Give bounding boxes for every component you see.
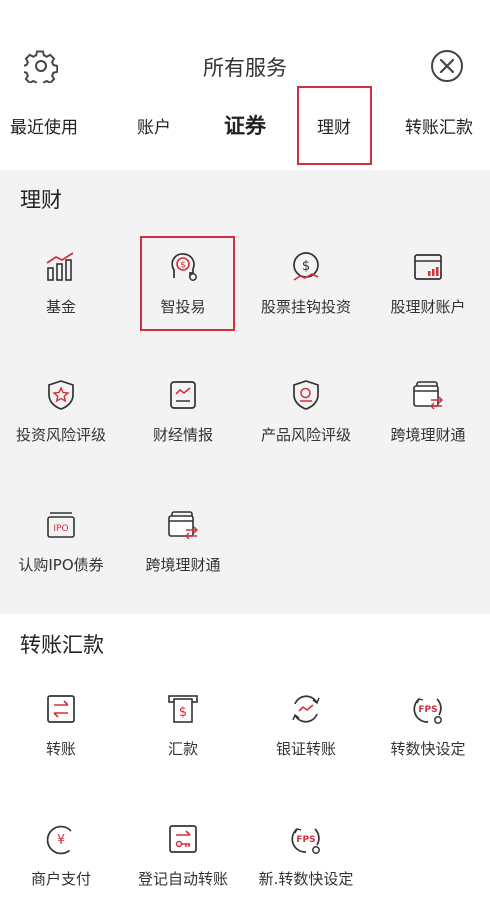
shield-star-icon xyxy=(48,380,74,410)
service-equity-linked[interactable]: $ 股票挂钩投资 xyxy=(245,250,367,317)
close-icon[interactable] xyxy=(430,49,464,83)
dollar-trend-icon: $ xyxy=(293,252,319,281)
ipo-icon: IPO xyxy=(47,512,75,538)
svg-text:FPS: FPS xyxy=(418,705,437,715)
service-auto-transfer[interactable]: 登记自动转账 xyxy=(122,822,244,889)
service-transfer[interactable]: 转账 xyxy=(0,692,122,759)
section-title-wealth: 理财 xyxy=(20,188,62,212)
service-ipo-bond[interactable]: IPO 认购IPO债券 xyxy=(0,508,122,575)
merchant-pay-icon: ¥ xyxy=(46,825,72,855)
service-investment-risk[interactable]: 投资风险评级 xyxy=(0,378,122,445)
fps-settings-icon: FPS xyxy=(413,698,442,724)
chart-bars-icon xyxy=(46,252,74,281)
service-financial-news[interactable]: 财经情报 xyxy=(122,378,244,445)
remittance-icon: $ xyxy=(168,695,198,723)
service-fund[interactable]: 基金 xyxy=(0,250,122,317)
account-chart-icon xyxy=(414,254,442,280)
header: 所有服务 最近使用 账户 证券 理财 转账汇款 xyxy=(0,0,490,170)
shield-search-icon xyxy=(293,380,319,410)
service-product-risk[interactable]: 产品风险评级 xyxy=(245,378,367,445)
service-bank-securities[interactable]: 银证转账 xyxy=(245,692,367,759)
svg-text:$: $ xyxy=(179,705,187,720)
transfer-icon xyxy=(47,695,75,723)
news-chart-icon xyxy=(170,381,196,409)
svg-text:¥: ¥ xyxy=(57,833,65,848)
highlight-box xyxy=(140,236,235,331)
cross-border-icon xyxy=(168,511,198,540)
svg-text:FPS: FPS xyxy=(296,835,315,845)
tab-securities[interactable]: 证券 xyxy=(224,110,266,140)
service-fps-settings[interactable]: FPS 转数快设定 xyxy=(367,692,489,759)
cross-border-icon xyxy=(413,381,443,410)
service-cross-border-wmc-2[interactable]: 跨境理财通 xyxy=(122,508,244,575)
service-merchant-pay[interactable]: ¥ 商户支付 xyxy=(0,822,122,889)
bank-securities-icon xyxy=(292,695,320,723)
service-fps-new[interactable]: FPS 新.转数快设定 xyxy=(245,822,367,889)
service-cross-border-wmc[interactable]: 跨境理财通 xyxy=(367,378,489,445)
section-title-transfer: 转账汇款 xyxy=(20,633,104,657)
svg-text:IPO: IPO xyxy=(53,524,68,534)
tab-highlight-box xyxy=(297,86,372,165)
service-wealth-account[interactable]: 股理财账户 xyxy=(367,250,489,317)
tab-transfer[interactable]: 转账汇款 xyxy=(405,113,473,138)
service-remittance[interactable]: $ 汇款 xyxy=(122,692,244,759)
tab-recent[interactable]: 最近使用 xyxy=(10,113,78,138)
tab-account[interactable]: 账户 xyxy=(137,113,171,138)
page-title: 所有服务 xyxy=(203,56,287,80)
svg-text:$: $ xyxy=(302,259,310,274)
fps-new-icon: FPS xyxy=(291,828,320,854)
auto-transfer-icon xyxy=(169,825,197,853)
